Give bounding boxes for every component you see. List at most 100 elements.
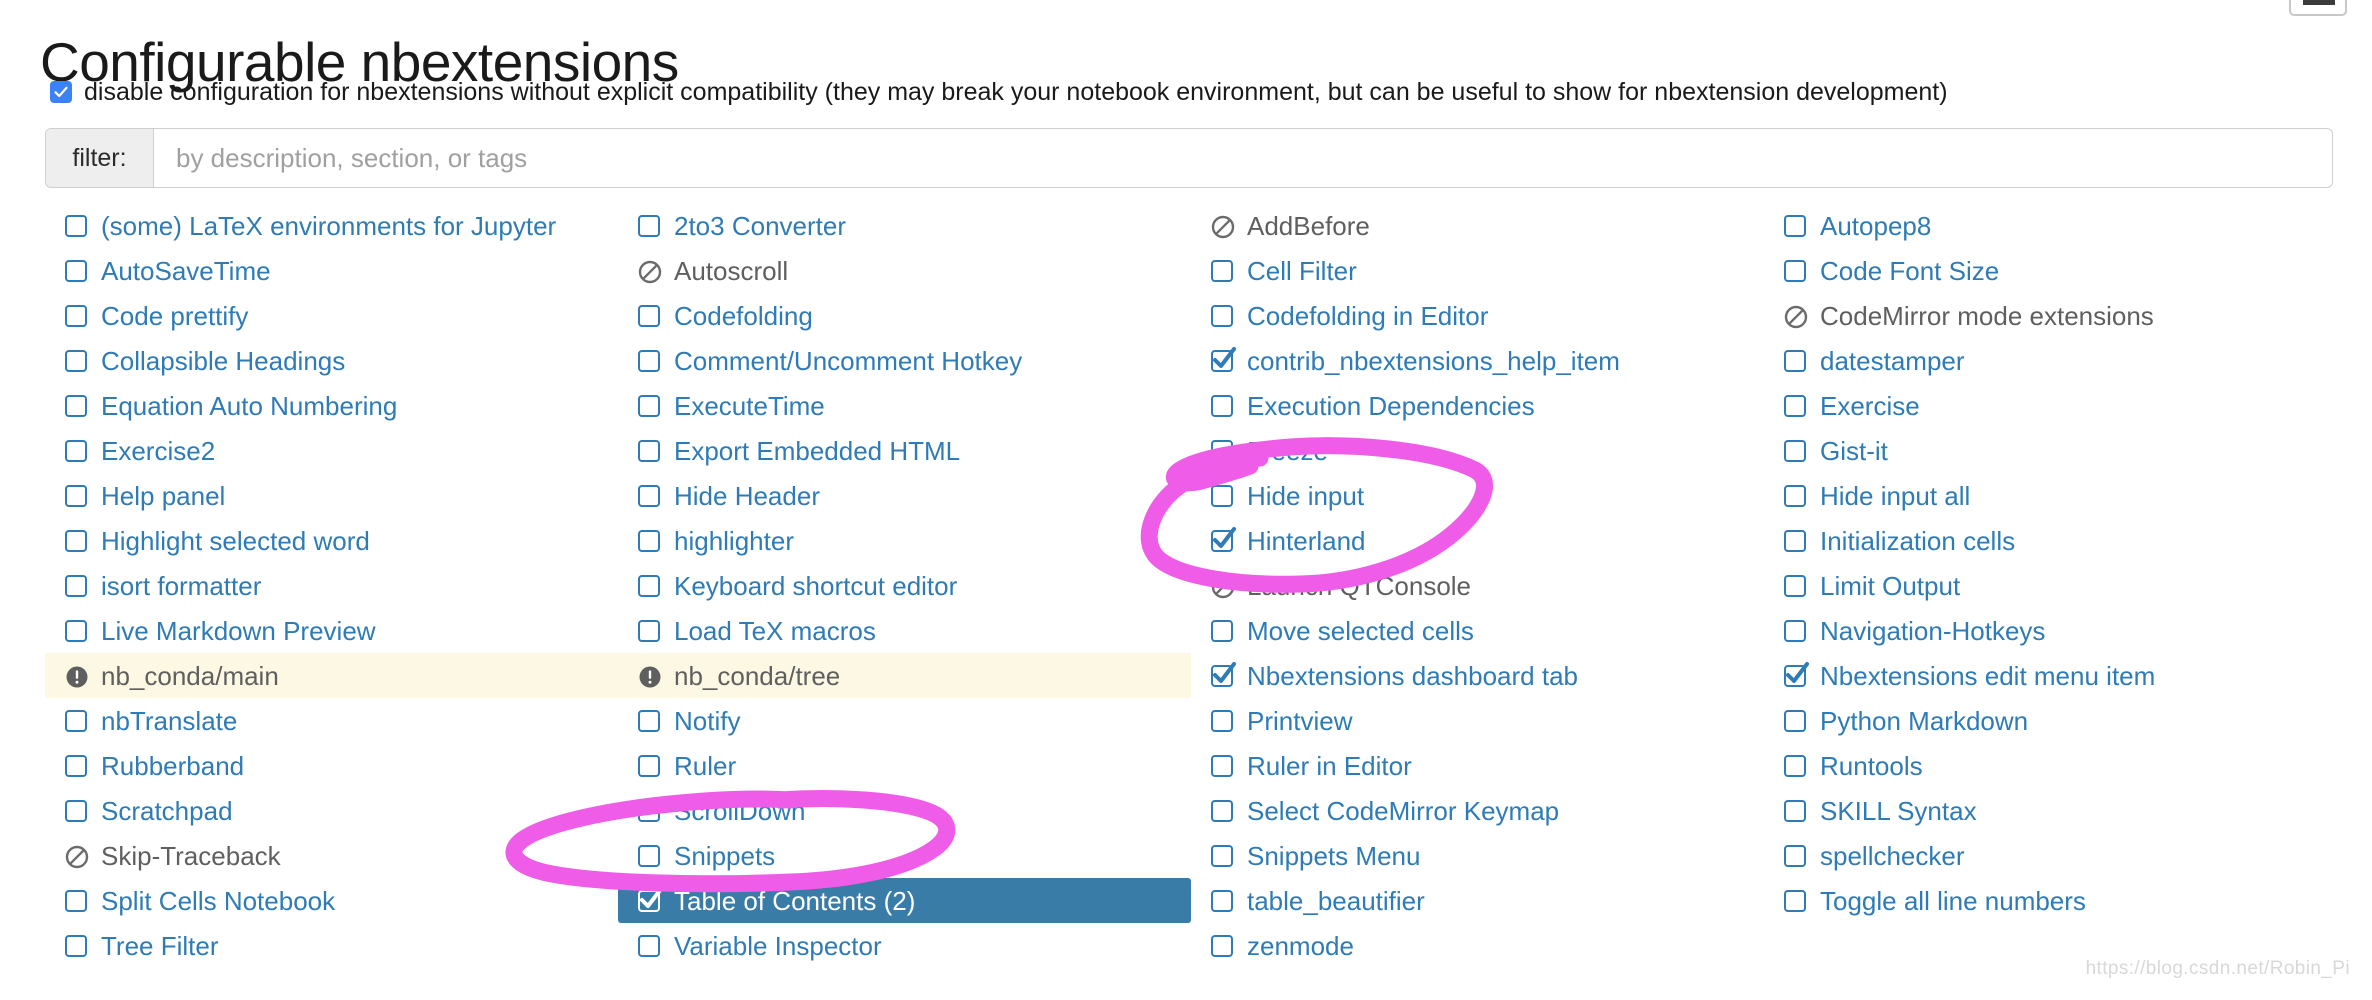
extension-row[interactable]: Limit Output [1764, 563, 2337, 608]
extension-label[interactable]: Python Markdown [1820, 708, 2028, 734]
checkbox-unchecked-icon[interactable] [1784, 529, 1806, 552]
extension-label[interactable]: Initialization cells [1820, 528, 2015, 554]
extension-label[interactable]: Autopep8 [1820, 213, 1931, 239]
extension-row[interactable]: Gist-it [1764, 428, 2337, 473]
extension-label[interactable]: Gist-it [1820, 438, 1888, 464]
filter-input[interactable] [154, 129, 2332, 187]
checkbox-unchecked-icon[interactable] [1211, 754, 1233, 777]
extension-label[interactable]: isort formatter [101, 573, 261, 599]
extension-label[interactable]: Exercise2 [101, 438, 215, 464]
extension-row[interactable]: Equation Auto Numbering [45, 383, 618, 428]
extension-row[interactable]: Collapsible Headings [45, 338, 618, 383]
checkbox-unchecked-icon[interactable] [1784, 844, 1806, 867]
extension-row[interactable]: Scratchpad [45, 788, 618, 833]
extension-row[interactable]: Runtools [1764, 743, 2337, 788]
extension-row[interactable]: isort formatter [45, 563, 618, 608]
extension-row[interactable]: Navigation-Hotkeys [1764, 608, 2337, 653]
extension-label[interactable]: Export Embedded HTML [674, 438, 960, 464]
extension-label[interactable]: Exercise [1820, 393, 1920, 419]
checkbox-unchecked-icon[interactable] [1784, 754, 1806, 777]
checkbox-unchecked-icon[interactable] [1211, 304, 1233, 327]
checkbox-unchecked-icon[interactable] [638, 799, 660, 822]
extension-row[interactable]: Hide input all [1764, 473, 2337, 518]
extension-label[interactable]: Scratchpad [101, 798, 233, 824]
disable-config-row[interactable]: disable configuration for nbextensions w… [50, 78, 1948, 106]
extension-label[interactable]: nb_conda/tree [674, 663, 840, 689]
checkbox-unchecked-icon[interactable] [65, 259, 87, 282]
extension-label[interactable]: Toggle all line numbers [1820, 888, 2086, 914]
checkbox-unchecked-icon[interactable] [1211, 259, 1233, 282]
checkbox-unchecked-icon[interactable] [1784, 439, 1806, 462]
extension-row[interactable]: nb_conda/tree [618, 653, 1191, 698]
extension-label[interactable]: Rubberband [101, 753, 244, 779]
checkbox-unchecked-icon[interactable] [1211, 934, 1233, 957]
extension-row[interactable]: datestamper [1764, 338, 2337, 383]
extension-label[interactable]: Hide input [1247, 483, 1364, 509]
extension-row[interactable]: Python Markdown [1764, 698, 2337, 743]
extension-row[interactable]: 2to3 Converter [618, 203, 1191, 248]
extension-row[interactable]: Code prettify [45, 293, 618, 338]
checkbox-unchecked-icon[interactable] [1784, 619, 1806, 642]
extension-row[interactable]: Execution Dependencies [1191, 383, 1764, 428]
extension-label[interactable]: zenmode [1247, 933, 1354, 959]
extension-row[interactable]: Autopep8 [1764, 203, 2337, 248]
extension-row[interactable]: AddBefore [1191, 203, 1764, 248]
extension-row[interactable]: Freeze [1191, 428, 1764, 473]
checkbox-unchecked-icon[interactable] [638, 304, 660, 327]
extension-row[interactable]: contrib_nbextensions_help_item [1191, 338, 1764, 383]
extension-label[interactable]: Launch QTConsole [1247, 573, 1471, 599]
extension-label[interactable]: Equation Auto Numbering [101, 393, 397, 419]
extension-label[interactable]: (some) LaTeX environments for Jupyter [101, 213, 556, 239]
extension-row[interactable]: nb_conda/main [45, 653, 618, 698]
checkbox-unchecked-icon[interactable] [638, 394, 660, 417]
extension-label[interactable]: Code Font Size [1820, 258, 1999, 284]
extension-label[interactable]: Ruler [674, 753, 736, 779]
extension-row[interactable]: SKILL Syntax [1764, 788, 2337, 833]
checkbox-unchecked-icon[interactable] [1211, 889, 1233, 912]
extension-label[interactable]: ScrollDown [674, 798, 806, 824]
extension-row[interactable]: Hide input [1191, 473, 1764, 518]
extension-row[interactable]: Nbextensions dashboard tab [1191, 653, 1764, 698]
checkbox-checked-icon[interactable] [638, 886, 663, 912]
extension-label[interactable]: Collapsible Headings [101, 348, 345, 374]
extension-row[interactable]: table_beautifier [1191, 878, 1764, 923]
checkbox-unchecked-icon[interactable] [65, 214, 87, 237]
extension-row[interactable]: highlighter [618, 518, 1191, 563]
extension-row[interactable]: Exercise2 [45, 428, 618, 473]
extension-row[interactable]: Skip-Traceback [45, 833, 618, 878]
extension-label[interactable]: Cell Filter [1247, 258, 1357, 284]
checkbox-checked-icon[interactable] [1211, 346, 1236, 372]
extension-row[interactable]: Variable Inspector [618, 923, 1191, 968]
checkbox-unchecked-icon[interactable] [65, 529, 87, 552]
extension-label[interactable]: Hide Header [674, 483, 820, 509]
extension-row[interactable]: ScrollDown [618, 788, 1191, 833]
extension-row[interactable]: AutoSaveTime [45, 248, 618, 293]
extension-label[interactable]: Select CodeMirror Keymap [1247, 798, 1559, 824]
checkbox-unchecked-icon[interactable] [65, 394, 87, 417]
extension-row[interactable]: Snippets Menu [1191, 833, 1764, 878]
extension-label[interactable]: Autoscroll [674, 258, 788, 284]
checkbox-unchecked-icon[interactable] [1211, 394, 1233, 417]
extension-row[interactable]: Rubberband [45, 743, 618, 788]
extension-label[interactable]: datestamper [1820, 348, 1965, 374]
extension-label[interactable]: 2to3 Converter [674, 213, 846, 239]
extension-label[interactable]: Codefolding [674, 303, 813, 329]
extension-row[interactable]: Exercise [1764, 383, 2337, 428]
extension-label[interactable]: CodeMirror mode extensions [1820, 303, 2154, 329]
extension-row[interactable]: (some) LaTeX environments for Jupyter [45, 203, 618, 248]
extension-label[interactable]: Notify [674, 708, 740, 734]
checkbox-unchecked-icon[interactable] [638, 619, 660, 642]
filter-bar[interactable]: filter: [45, 128, 2333, 188]
extension-row[interactable]: Nbextensions edit menu item [1764, 653, 2337, 698]
extension-label[interactable]: Nbextensions dashboard tab [1247, 663, 1578, 689]
extension-row[interactable]: Codefolding in Editor [1191, 293, 1764, 338]
checkbox-unchecked-icon[interactable] [65, 574, 87, 597]
extension-row[interactable]: Select CodeMirror Keymap [1191, 788, 1764, 833]
checkbox-unchecked-icon[interactable] [1784, 259, 1806, 282]
checkbox-unchecked-icon[interactable] [1784, 484, 1806, 507]
extension-row[interactable]: Codefolding [618, 293, 1191, 338]
top-right-widget[interactable] [2289, 0, 2347, 16]
extension-row[interactable]: Export Embedded HTML [618, 428, 1191, 473]
checkbox-unchecked-icon[interactable] [638, 709, 660, 732]
checkbox-unchecked-icon[interactable] [1784, 709, 1806, 732]
